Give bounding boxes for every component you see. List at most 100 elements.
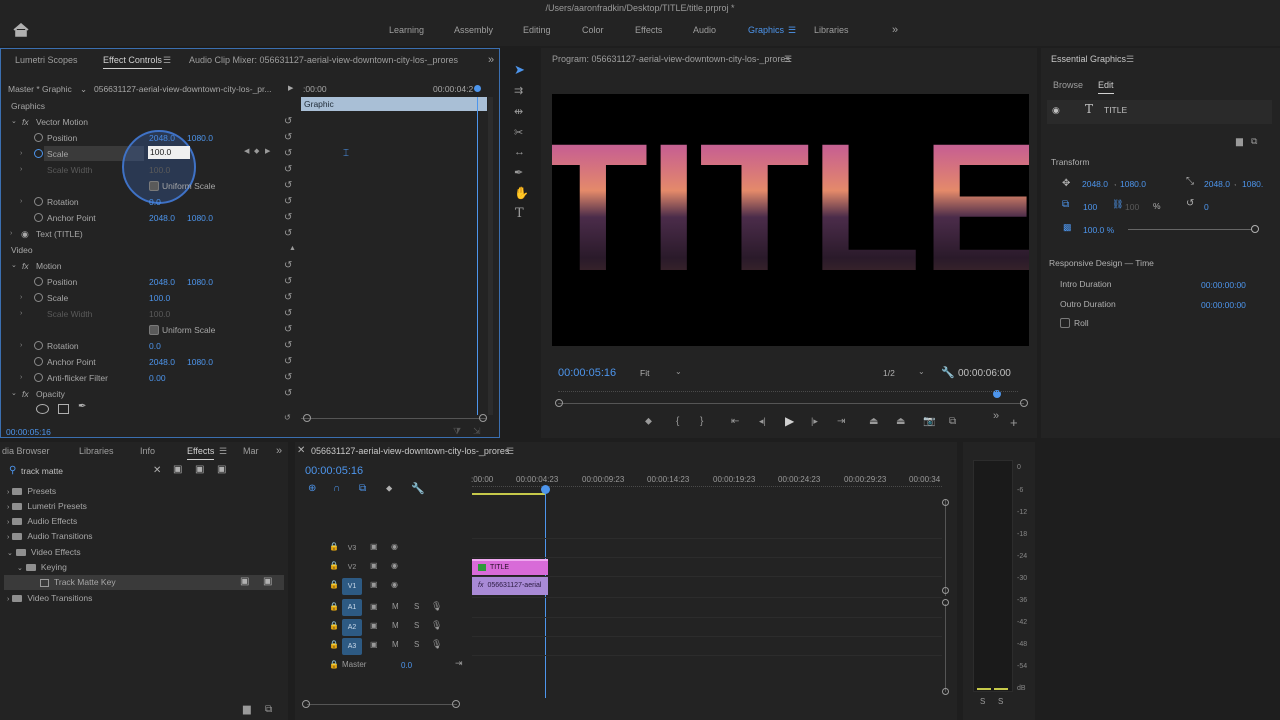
play-icon[interactable]: ▶ <box>785 414 794 428</box>
sync-lock-icon[interactable]: ▣ <box>370 561 378 570</box>
pen-tool-icon[interactable]: ✒ <box>514 166 523 179</box>
expand-icon[interactable]: › <box>20 342 22 349</box>
hand-tool-icon[interactable]: ✋ <box>514 186 529 200</box>
m-rotation-value[interactable]: 0.0 <box>149 339 161 353</box>
eg-rotation[interactable]: 0 <box>1204 200 1209 214</box>
panel-menu-icon[interactable]: ☰ <box>219 442 227 460</box>
workspace-graphics[interactable]: Graphics <box>748 16 784 44</box>
reset-icon[interactable]: ↺ <box>284 341 294 351</box>
stopwatch-icon[interactable] <box>34 357 43 366</box>
zoom-handle-right[interactable] <box>479 414 487 422</box>
fit-dropdown[interactable]: Fit <box>640 368 649 378</box>
lock-icon[interactable]: 🔒 <box>329 580 339 589</box>
motion-expand-icon[interactable]: ⌄ <box>11 259 17 273</box>
lock-icon[interactable]: 🔒 <box>329 561 339 570</box>
tab-edit[interactable]: Edit <box>1098 76 1114 94</box>
reset-icon[interactable]: ↺ <box>284 413 294 423</box>
stopwatch-icon[interactable] <box>34 293 43 302</box>
lock-icon[interactable]: 🔒 <box>329 640 339 649</box>
tree-item-audio-effects[interactable]: › Audio Effects <box>7 514 77 529</box>
go-to-out-icon[interactable]: ⇥ <box>837 416 845 427</box>
expand-icon[interactable]: › <box>20 198 22 205</box>
resolution-dropdown-icon[interactable]: ⌄ <box>918 367 925 376</box>
sync-lock-icon[interactable]: ▣ <box>370 640 378 649</box>
reset-icon[interactable]: ↺ <box>284 213 294 223</box>
scroll-handle[interactable] <box>942 587 949 594</box>
workspace-color[interactable]: Color <box>582 16 604 44</box>
master-volume-value[interactable]: 0.0 <box>401 661 412 670</box>
step-forward-icon[interactable]: |▸ <box>811 416 818 427</box>
clip-name-link[interactable]: 056631127-aerial-view-downtown-city-los-… <box>94 82 271 96</box>
selection-tool-icon[interactable]: ➤ <box>514 62 525 78</box>
stopwatch-icon[interactable] <box>34 197 43 206</box>
filter-icon[interactable]: ⧩ <box>453 426 461 437</box>
tab-lumetri-scopes[interactable]: Lumetri Scopes <box>15 51 78 69</box>
panel-menu-icon[interactable]: ☰ <box>1126 50 1134 68</box>
lift-icon[interactable]: ⏏ <box>869 416 878 427</box>
export-frame-icon[interactable]: 📷 <box>923 416 935 427</box>
scrub-handle-right[interactable] <box>1020 399 1028 407</box>
sync-lock-icon[interactable]: ▣ <box>370 621 378 630</box>
eg-position-x[interactable]: 2048.0 <box>1082 177 1108 191</box>
workspace-libraries[interactable]: Libraries <box>814 16 849 44</box>
m-scale-width-value[interactable]: 100.0 <box>149 307 170 321</box>
workspace-assembly[interactable]: Assembly <box>454 16 493 44</box>
mark-in-icon[interactable]: { <box>676 416 679 427</box>
source-dropdown-icon[interactable]: ⌄ <box>80 82 87 96</box>
tree-item-video-transitions[interactable]: › Video Transitions <box>7 591 92 606</box>
mute-button[interactable]: M <box>392 602 399 611</box>
microphone-icon[interactable]: 🎙 <box>431 601 442 612</box>
yuv-effects-icon[interactable]: ▣ <box>217 464 226 475</box>
eg-anchor-y[interactable]: 1080. <box>1242 177 1263 191</box>
next-keyframe-icon[interactable]: ▶ <box>265 147 270 155</box>
sync-lock-icon[interactable]: ▣ <box>370 580 378 589</box>
solo-right-button[interactable]: S <box>998 697 1003 706</box>
collapse-icon[interactable]: ▲ <box>289 245 296 252</box>
slip-tool-icon[interactable]: ↔ <box>514 146 525 158</box>
layer-row[interactable]: ◉ T TITLE <box>1047 100 1272 124</box>
tab-browse[interactable]: Browse <box>1053 76 1083 94</box>
expand-icon[interactable]: › <box>20 166 22 173</box>
lock-icon[interactable]: 🔒 <box>329 602 339 611</box>
tab-markers[interactable]: Mar <box>243 442 259 460</box>
reset-icon[interactable]: ↺ <box>284 181 294 191</box>
fx-badge[interactable]: fx <box>22 115 29 129</box>
reset-icon[interactable]: ↺ <box>284 357 294 367</box>
eye-icon[interactable]: ◉ <box>391 561 398 570</box>
eg-scale-height[interactable]: 100 <box>1125 200 1139 214</box>
solo-left-button[interactable]: S <box>980 697 985 706</box>
reset-icon[interactable]: ↺ <box>284 389 294 399</box>
32bit-effects-icon[interactable]: ▣ <box>195 464 204 475</box>
video-clip[interactable]: fx 056631127-aerial <box>472 577 548 595</box>
tab-info[interactable]: Info <box>140 442 155 460</box>
workspace-learning[interactable]: Learning <box>389 16 424 44</box>
microphone-icon[interactable]: 🎙 <box>431 639 442 650</box>
home-icon[interactable] <box>13 23 29 37</box>
go-to-end-icon[interactable]: ⇥ <box>455 658 463 669</box>
panel-menu-icon[interactable]: ☰ <box>163 51 171 69</box>
eye-icon[interactable]: ◉ <box>391 580 398 589</box>
program-scrub-bar[interactable] <box>558 403 1024 404</box>
outro-duration-value[interactable]: 00:00:00:00 <box>1201 298 1246 312</box>
ripple-edit-tool-icon[interactable]: ⇹ <box>514 105 523 118</box>
new-folder-icon[interactable]: ▆ <box>1236 136 1243 147</box>
panel-scrollbar[interactable] <box>488 97 493 415</box>
track-select-tool-icon[interactable]: ⇉ <box>514 84 523 97</box>
export-icon[interactable]: ⇲ <box>473 426 481 437</box>
fx-badge[interactable]: fx <box>22 387 29 401</box>
stopwatch-icon[interactable] <box>34 341 43 350</box>
m-anchor-y[interactable]: 1080.0 <box>187 355 213 369</box>
m-scale-value[interactable]: 100.0 <box>149 291 170 305</box>
opacity-slider-handle[interactable] <box>1251 225 1259 233</box>
mute-button[interactable]: M <box>392 640 399 649</box>
close-sequence-icon[interactable]: ✕ <box>297 442 305 460</box>
lock-icon[interactable]: 🔒 <box>329 660 339 669</box>
add-marker-icon[interactable]: ⬥ <box>386 483 392 494</box>
reset-icon[interactable]: ↺ <box>284 261 294 271</box>
insert-nest-icon[interactable]: ⊕ <box>308 483 316 494</box>
reset-icon[interactable]: ↺ <box>284 117 294 127</box>
tree-item-lumetri-presets[interactable]: › Lumetri Presets <box>7 499 87 514</box>
snap-icon[interactable]: ∩ <box>333 483 340 494</box>
tab-media-browser[interactable]: dia Browser <box>2 442 50 460</box>
clear-search-icon[interactable]: ✕ <box>153 465 161 476</box>
